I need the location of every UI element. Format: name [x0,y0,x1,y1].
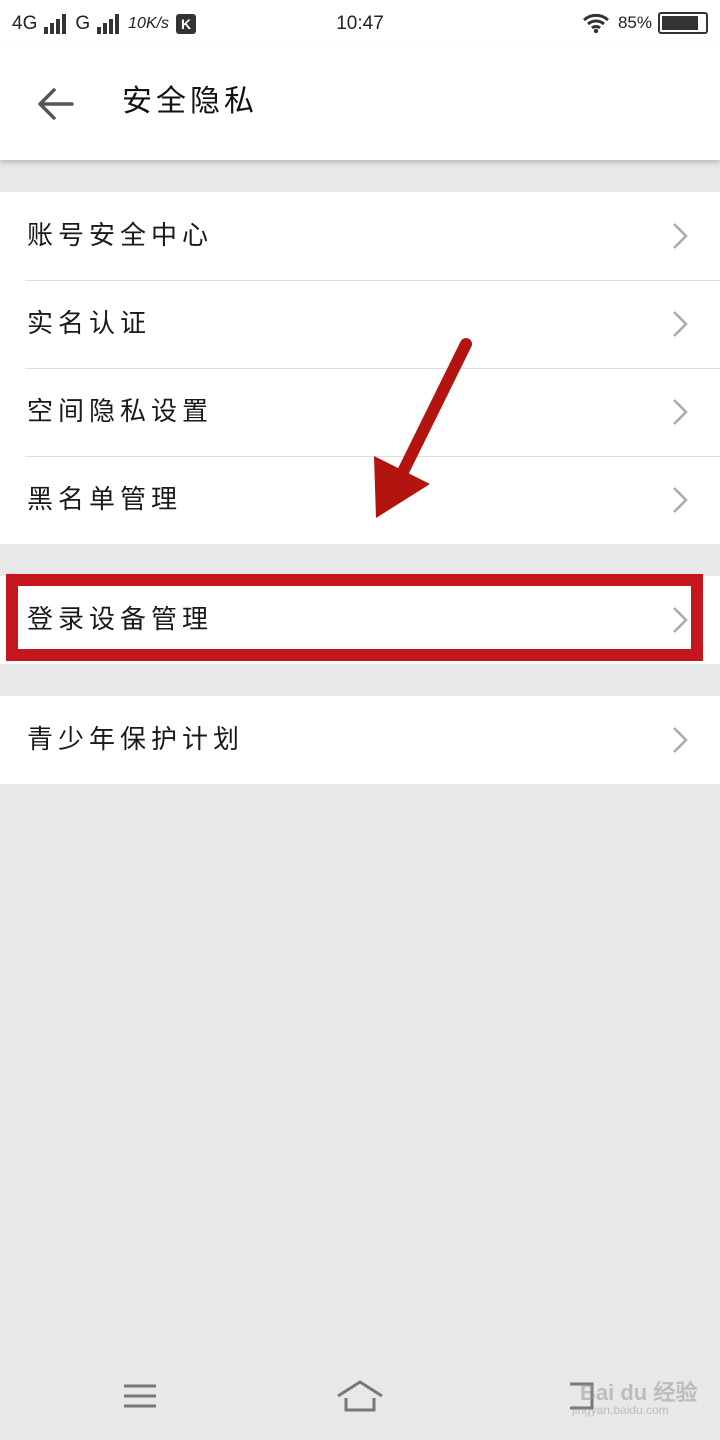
arrow-left-icon[interactable] [34,84,78,124]
row-label: 账号安全中心 [27,221,214,251]
status-right: 85% [582,12,708,34]
row-label: 青少年保护计划 [27,725,245,755]
settings-group-devices: 登录设备管理 [0,576,720,664]
app-header: 安全隐私 [0,48,720,160]
chevron-right-icon [673,399,688,425]
settings-row-youth-protection[interactable]: 青少年保护计划 [0,696,720,784]
settings-row-account-security[interactable]: 账号安全中心 [0,192,720,280]
home-icon[interactable] [330,1376,390,1416]
baidu-watermark: Bai du 经验 jingyan.baidu.com [560,1365,710,1425]
menu-icon[interactable] [110,1376,170,1416]
page-title: 安全隐私 [122,84,258,119]
battery-icon [658,12,708,34]
wifi-icon [582,13,609,34]
row-label: 实名认证 [27,309,152,339]
settings-group-youth: 青少年保护计划 [0,696,720,784]
chevron-right-icon [673,727,688,753]
chevron-right-icon [673,607,688,633]
row-label: 登录设备管理 [27,605,214,635]
status-bar: 4G G 10K/s K 10:47 85% [0,0,720,48]
chevron-right-icon [673,311,688,337]
chevron-right-icon [673,223,688,249]
battery-percent: 85% [617,13,652,32]
watermark-url: jingyan.baidu.com [572,1403,669,1417]
battery-fill [662,16,698,30]
row-label: 黑名单管理 [27,485,183,515]
row-label: 空间隐私设置 [27,397,214,427]
settings-row-login-devices[interactable]: 登录设备管理 [0,576,720,664]
chevron-right-icon [673,487,688,513]
annotation-arrow [374,338,472,518]
